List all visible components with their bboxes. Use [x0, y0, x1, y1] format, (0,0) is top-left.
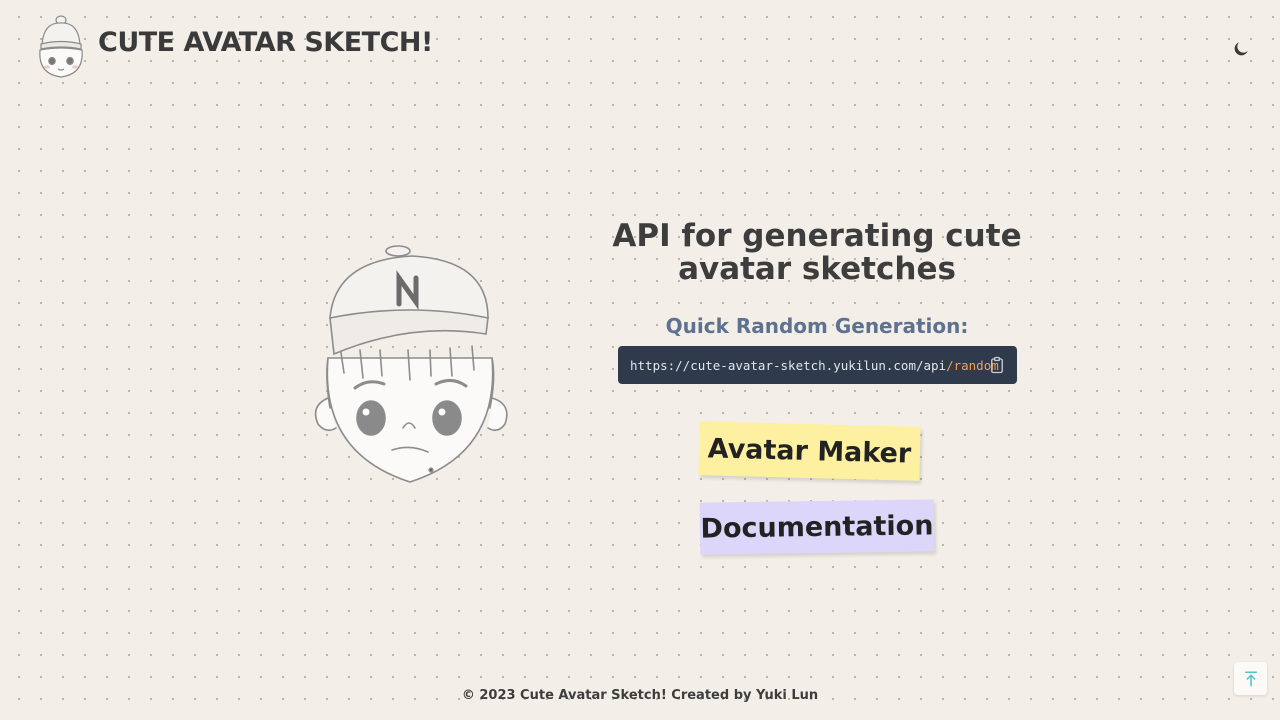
api-url-base: https://cute-avatar-sketch.yukilun.com/a…	[630, 357, 947, 373]
footer-copyright: © 2023 Cute Avatar Sketch! Created by Yu…	[461, 688, 819, 703]
documentation-button[interactable]: Documentation	[699, 499, 935, 555]
avatar-maker-button[interactable]: Avatar Maker	[698, 421, 921, 481]
arrow-up-to-line-icon[interactable]	[1234, 662, 1267, 695]
api-url-box[interactable]: https://cute-avatar-sketch.yukilun.com/a…	[618, 346, 1017, 384]
page-headline: API for generating cute avatar sketches	[612, 218, 1022, 287]
clipboard-icon[interactable]	[988, 356, 1006, 374]
hero-content: API for generating cute avatar sketches …	[600, 210, 1034, 555]
site-header: CUTE AVATAR SKETCH!	[0, 0, 1280, 100]
quick-random-heading: Quick Random Generation:	[665, 314, 969, 338]
avatar-beanie-icon[interactable]	[34, 14, 88, 80]
avatar-cap-sketch-icon	[300, 238, 525, 493]
moon-icon[interactable]	[1228, 36, 1254, 62]
site-title[interactable]: CUTE AVATAR SKETCH!	[98, 27, 433, 58]
